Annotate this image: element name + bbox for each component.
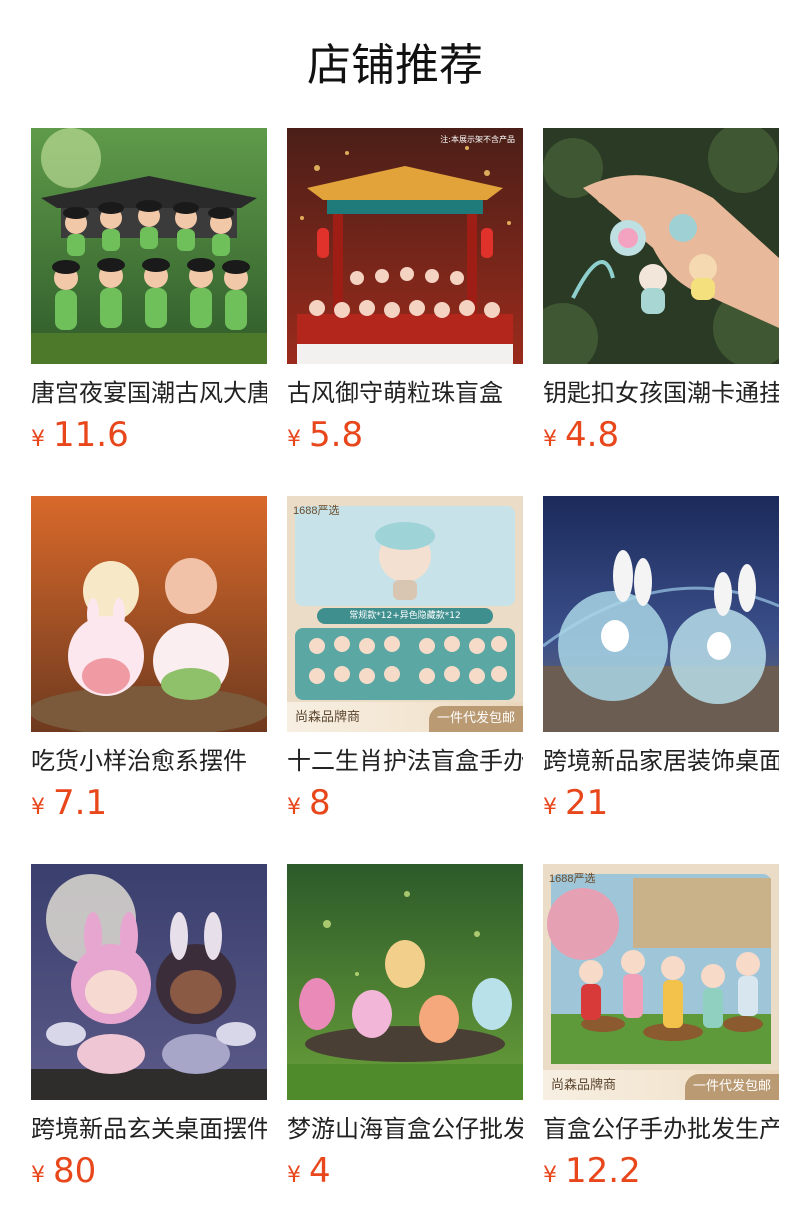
price-value: 12.2: [565, 1151, 641, 1191]
product-card[interactable]: 唐宫夜宴国潮古风大唐 ¥11.6: [31, 128, 267, 468]
price-value: 7.1: [53, 783, 108, 823]
product-image[interactable]: 1688严选 尚森品牌商 一件代发包邮: [543, 864, 779, 1100]
page-title: 店铺推荐: [307, 40, 483, 91]
product-name[interactable]: 十二生肖护法盲盒手办: [287, 745, 523, 777]
product-card[interactable]: 钥匙扣女孩国潮卡通挂 ¥4.8: [543, 128, 779, 468]
series-banner: 常规款*12+异色隐藏款*12: [349, 611, 461, 621]
product-card[interactable]: 跨境新品玄关桌面摆件 ¥80: [31, 864, 267, 1204]
product-card[interactable]: 吃货小样治愈系摆件 ¥7.1: [31, 496, 267, 836]
product-price: ¥4: [287, 1151, 331, 1191]
product-name[interactable]: 钥匙扣女孩国潮卡通挂: [543, 377, 779, 409]
product-image[interactable]: [543, 496, 779, 732]
product-card[interactable]: 1688严选 尚森品牌商 一件代发包邮 盲盒公仔手办批发生产 ¥12.2: [543, 864, 779, 1204]
product-price: ¥80: [31, 1151, 96, 1191]
product-name[interactable]: 跨境新品玄关桌面摆件: [31, 1113, 267, 1145]
product-card[interactable]: 跨境新品家居装饰桌面 ¥21: [543, 496, 779, 836]
brand-label: 尚森品牌商: [551, 1078, 617, 1093]
product-image[interactable]: 1688严选 常规款*12+异色隐藏款*12 尚森品牌商 一件代发包邮: [287, 496, 523, 732]
selection-badge: 1688严选: [293, 505, 340, 517]
display-note: 注:本展示架不含产品: [440, 135, 515, 144]
product-image[interactable]: [31, 128, 267, 364]
product-price: ¥8: [287, 783, 331, 823]
product-price: ¥7.1: [31, 783, 107, 823]
product-price: ¥4.8: [543, 415, 619, 455]
price-value: 5.8: [309, 415, 364, 455]
currency-symbol: ¥: [287, 1163, 301, 1188]
price-value: 11.6: [53, 415, 129, 455]
product-image[interactable]: [31, 864, 267, 1100]
price-value: 8: [309, 783, 331, 823]
dropship-tag: 一件代发包邮: [428, 706, 523, 732]
currency-symbol: ¥: [31, 795, 45, 820]
brand-label: 尚森品牌商: [295, 710, 361, 725]
currency-symbol: ¥: [543, 1163, 557, 1188]
price-value: 4: [309, 1151, 331, 1191]
currency-symbol: ¥: [543, 795, 557, 820]
product-price: ¥11.6: [31, 415, 129, 455]
currency-symbol: ¥: [543, 427, 557, 452]
product-price: ¥12.2: [543, 1151, 641, 1191]
product-image[interactable]: [287, 864, 523, 1100]
product-price: ¥5.8: [287, 415, 363, 455]
product-price: ¥21: [543, 783, 608, 823]
price-value: 80: [53, 1151, 97, 1191]
product-card[interactable]: 注:本展示架不含产品 古风御守萌粒珠盲盒 ¥5.8: [287, 128, 523, 468]
product-name[interactable]: 唐宫夜宴国潮古风大唐: [31, 377, 267, 409]
price-value: 21: [565, 783, 609, 823]
product-name[interactable]: 吃货小样治愈系摆件: [31, 745, 267, 777]
product-card[interactable]: 梦游山海盲盒公仔批发 ¥4: [287, 864, 523, 1204]
product-name[interactable]: 盲盒公仔手办批发生产: [543, 1113, 779, 1145]
product-image[interactable]: [543, 128, 779, 364]
currency-symbol: ¥: [287, 795, 301, 820]
product-name[interactable]: 跨境新品家居装饰桌面: [543, 745, 779, 777]
selection-badge: 1688严选: [549, 873, 596, 885]
currency-symbol: ¥: [287, 427, 301, 452]
product-name[interactable]: 梦游山海盲盒公仔批发: [287, 1113, 523, 1145]
product-image[interactable]: [31, 496, 267, 732]
currency-symbol: ¥: [31, 1163, 45, 1188]
price-value: 4.8: [565, 415, 620, 455]
product-image[interactable]: 注:本展示架不含产品: [287, 128, 523, 364]
currency-symbol: ¥: [31, 427, 45, 452]
dropship-tag: 一件代发包邮: [684, 1074, 779, 1100]
product-name[interactable]: 古风御守萌粒珠盲盒: [287, 377, 523, 409]
product-card[interactable]: 1688严选 常规款*12+异色隐藏款*12 尚森品牌商 一件代发包邮 十二生肖…: [287, 496, 523, 836]
